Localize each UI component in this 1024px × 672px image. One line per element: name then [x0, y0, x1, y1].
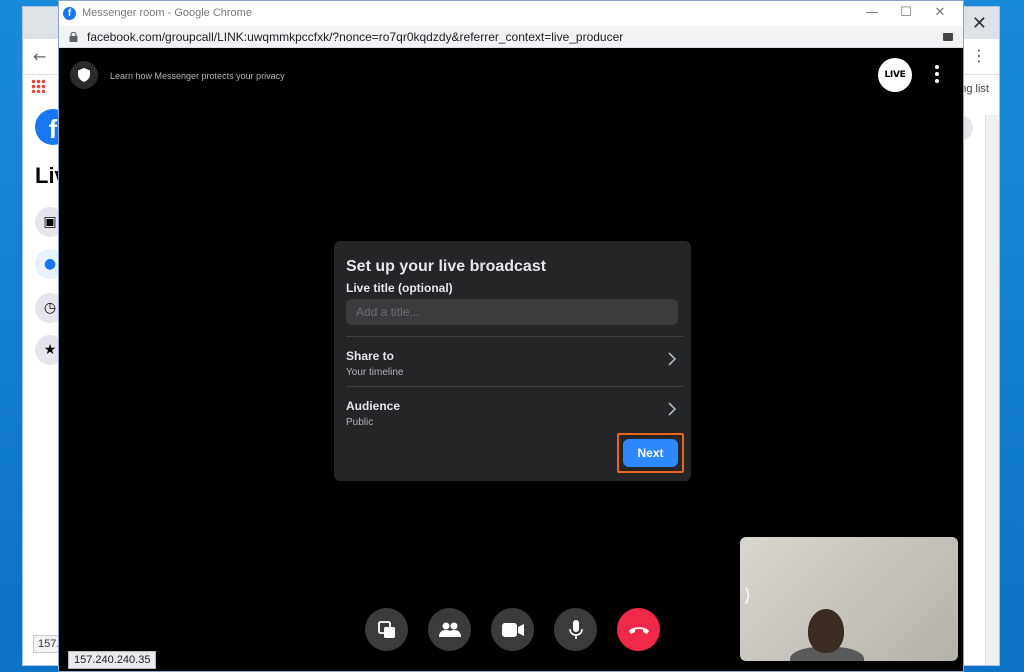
dialog-title: Set up your live broadcast: [346, 258, 547, 275]
background-close-icon[interactable]: ✕: [972, 13, 987, 34]
end-call-icon[interactable]: [617, 608, 660, 651]
expand-chevron-icon[interactable]: ⟩: [744, 585, 751, 606]
share-to-label: Share to: [346, 349, 395, 363]
messenger-room-window: f Messenger room - Google Chrome — ☐ ✕ f…: [58, 0, 964, 672]
apps-grid-icon[interactable]: [31, 79, 45, 93]
participants-icon[interactable]: [428, 608, 471, 651]
popup-window-title: Messenger room - Google Chrome: [82, 7, 252, 19]
audience-value: Public: [346, 417, 374, 428]
address-bar[interactable]: facebook.com/groupcall/LINK:uwqmmkpccfxk…: [59, 26, 963, 48]
background-menu-icon[interactable]: ⋮: [971, 46, 987, 65]
call-controls: [365, 608, 660, 651]
lock-icon: [69, 32, 78, 42]
maximize-icon[interactable]: ☐: [889, 3, 923, 23]
microphone-icon[interactable]: [554, 608, 597, 651]
live-badge: LIVE: [878, 58, 912, 92]
live-title-label: Live title (optional): [346, 281, 453, 295]
url-text[interactable]: facebook.com/groupcall/LINK:uwqmmkpccfxk…: [87, 30, 623, 44]
audience-label: Audience: [346, 399, 401, 413]
call-video-area: Learn how Messenger protects your privac…: [59, 48, 963, 671]
privacy-link[interactable]: Learn how Messenger protects your privac…: [110, 71, 285, 81]
chevron-right-icon: [668, 402, 677, 416]
minimize-icon[interactable]: —: [855, 3, 889, 23]
background-scrollbar[interactable]: [985, 115, 999, 665]
more-options-icon[interactable]: [935, 65, 939, 83]
window-controls: — ☐ ✕: [855, 3, 957, 23]
close-icon[interactable]: ✕: [923, 3, 957, 23]
live-broadcast-setup-dialog: Set up your live broadcast Live title (o…: [334, 241, 691, 481]
live-title-input[interactable]: [346, 299, 678, 325]
next-button-highlight: Next: [617, 433, 684, 473]
camera-indicator-icon[interactable]: [943, 33, 953, 41]
share-to-row[interactable]: Share to Your timeline: [334, 337, 691, 385]
share-to-value: Your timeline: [346, 367, 404, 378]
video-camera-icon[interactable]: [491, 608, 534, 651]
audience-row[interactable]: Audience Public: [334, 387, 691, 435]
screen-share-icon[interactable]: [365, 608, 408, 651]
back-arrow-icon[interactable]: ←: [33, 47, 46, 66]
self-view-video[interactable]: ⟩: [740, 537, 958, 661]
person-silhouette-head: [808, 609, 844, 653]
facebook-favicon-icon: f: [63, 7, 76, 20]
status-bar-ip: 157.240.240.35: [68, 651, 157, 669]
popup-titlebar: f Messenger room - Google Chrome — ☐ ✕: [59, 1, 963, 26]
next-button[interactable]: Next: [623, 439, 678, 467]
chevron-right-icon: [668, 352, 677, 366]
shield-icon[interactable]: [70, 61, 98, 89]
